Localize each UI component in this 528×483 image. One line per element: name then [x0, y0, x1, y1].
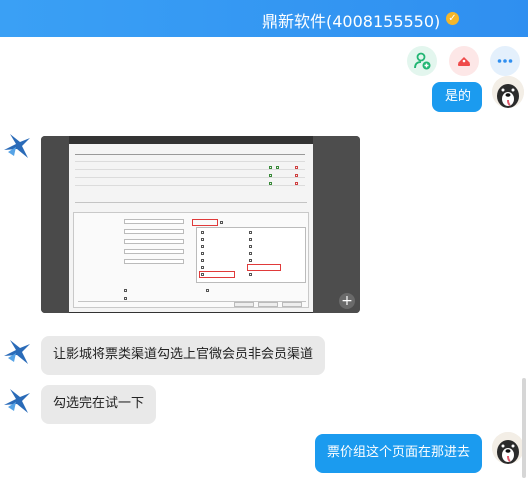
bird-logo-icon: [4, 389, 30, 413]
contact-name[interactable]: 鼎新软件(4008155550): [262, 8, 440, 32]
settings-dialog: [73, 212, 309, 308]
image-background: [41, 136, 69, 313]
message-text: 勾选完在试一下: [53, 396, 145, 411]
contact-avatar[interactable]: [2, 385, 34, 417]
add-contact-button[interactable]: [407, 46, 437, 76]
message-bubble-incoming[interactable]: 让影城将票类渠道勾选上官微会员非会员渠道: [41, 336, 325, 375]
more-button[interactable]: [490, 46, 520, 76]
dog-avatar-icon: [492, 432, 524, 464]
add-contact-icon: [414, 52, 431, 70]
contact-avatar[interactable]: [2, 336, 34, 368]
bird-logo-icon: [4, 134, 30, 158]
image-background: [313, 136, 360, 313]
message-bubble-outgoing[interactable]: 是的: [432, 82, 482, 112]
bird-logo-icon: [4, 340, 30, 364]
service-button[interactable]: [449, 46, 479, 76]
message-bubble-outgoing[interactable]: 票价组这个页面在那进去: [315, 434, 482, 473]
zoom-plus-icon[interactable]: +: [339, 293, 355, 309]
dog-avatar-icon: [492, 76, 524, 108]
message-text: 是的: [445, 89, 472, 104]
message-text: 让影城将票类渠道勾选上官微会员非会员渠道: [53, 347, 314, 362]
screenshot-image[interactable]: +: [41, 136, 360, 313]
screenshot-content: [69, 144, 313, 312]
service-hat-icon: [458, 57, 470, 66]
user-avatar[interactable]: [492, 76, 524, 108]
chat-window: 鼎新软件(4008155550) ✓ 是的 + 让影城将票类渠道勾选上官微会员非…: [0, 0, 528, 483]
message-text: 票价组这个页面在那进去: [327, 445, 471, 460]
message-bubble-incoming[interactable]: 勾选完在试一下: [41, 385, 156, 424]
more-icon: [497, 59, 513, 63]
contact-avatar[interactable]: [2, 130, 34, 162]
chat-header: 鼎新软件(4008155550) ✓: [0, 0, 528, 37]
user-avatar[interactable]: [492, 432, 524, 464]
chat-scrollbar[interactable]: [522, 378, 526, 478]
verified-badge-icon: ✓: [446, 12, 459, 25]
